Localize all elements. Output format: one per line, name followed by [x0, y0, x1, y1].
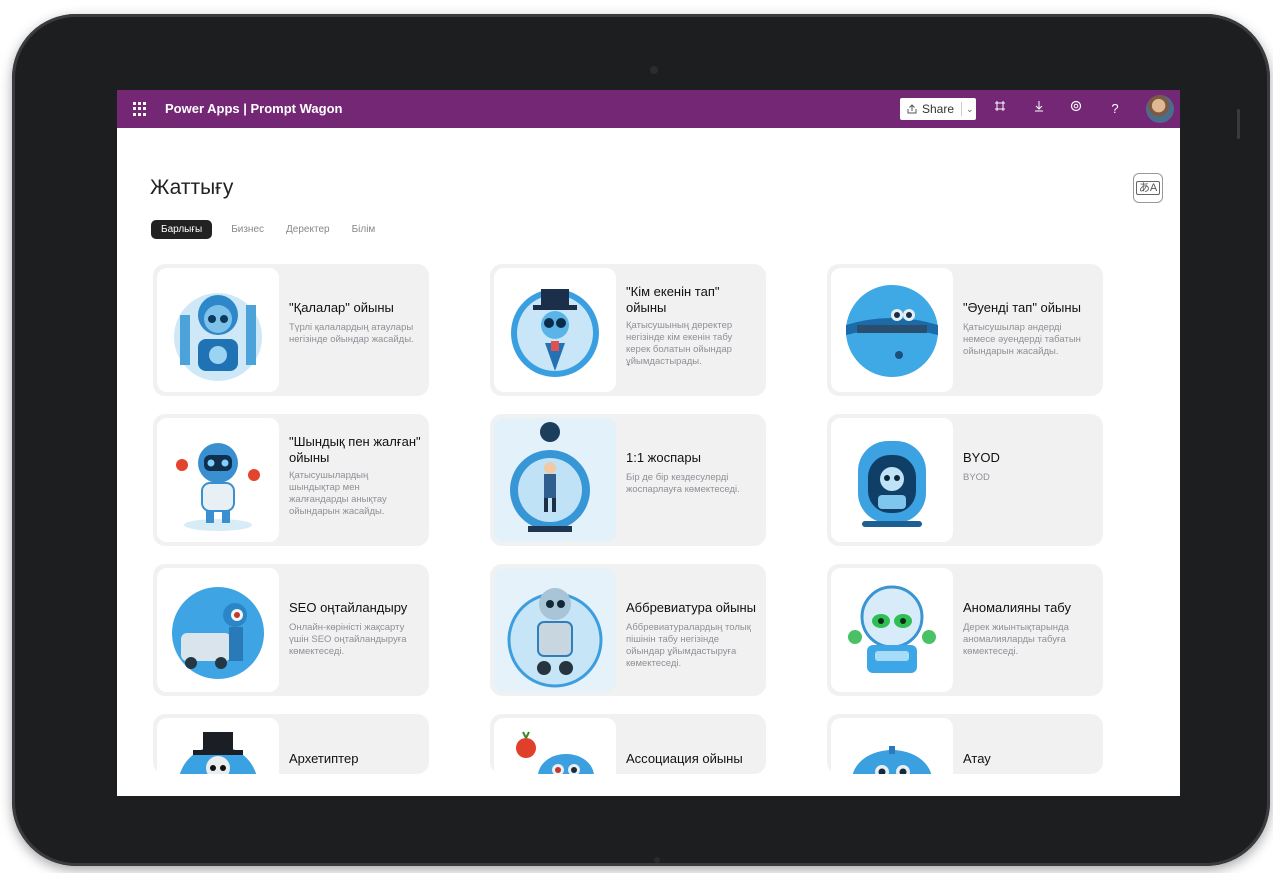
prompt-card[interactable]: BYOD BYOD [827, 414, 1103, 546]
card-description: Дерек жиынтықтарында аномалияларды табуғ… [963, 622, 1069, 657]
robot-city-illustration [157, 268, 279, 392]
prompt-card[interactable]: Архетиптер [153, 714, 429, 774]
card-title: Аббревиатура ойыны [626, 600, 757, 615]
card-description: Аббревиатуралардың толық пішінін табу не… [626, 622, 751, 669]
robot-sphere-illustration [831, 268, 953, 392]
card-description: Қатысушылар әндерді немесе әуендерді таб… [963, 322, 1081, 357]
page-title: Жаттығу [150, 176, 234, 199]
robot-wheel-illustration [494, 568, 616, 692]
card-title: 1:1 жоспары [626, 450, 701, 465]
translate-icon: あA [1135, 181, 1161, 195]
card-title: Ассоциация ойыны [626, 751, 743, 766]
prompt-card[interactable]: "Кім екенін тап" ойыны Қатысушының дерек… [490, 264, 766, 396]
waffle-icon[interactable] [133, 102, 147, 116]
card-title: SEO оңтайландыру [289, 600, 408, 615]
card-description: Қатысушының деректер негізінде кім екені… [626, 320, 733, 367]
settings-icon[interactable] [1066, 99, 1086, 119]
tablet-frame: Power Apps | Prompt Wagon Share ⌄ ? Жатт… [12, 14, 1270, 866]
prompt-card[interactable]: 1:1 жоспары Бір де бір кездесулерді жосп… [490, 414, 766, 546]
tab-data[interactable]: Деректер [283, 221, 333, 238]
tab-education[interactable]: Білім [349, 221, 379, 238]
prompt-card[interactable]: "Әуенді тап" ойыны Қатысушылар әндерді н… [827, 264, 1103, 396]
share-label: Share [922, 102, 955, 116]
share-divider [961, 102, 963, 116]
card-description: Онлайн-көріністі жақсарту үшін SEO оңтай… [289, 622, 407, 657]
card-title: BYOD [963, 450, 1000, 465]
card-description: Қатысушылардың шындықтар мен жалғандарды… [289, 470, 387, 517]
robot-tophat-illustration [157, 718, 279, 774]
translate-button[interactable]: あA [1133, 173, 1163, 203]
share-icon [907, 104, 917, 114]
card-description: BYOD [963, 472, 990, 483]
robot-capsule-illustration [831, 418, 953, 542]
card-title: "Әуенді тап" ойыны [963, 300, 1081, 315]
avatar[interactable] [1146, 95, 1174, 123]
card-title: Аномалияны табу [963, 600, 1071, 615]
camera [650, 66, 658, 74]
fit-to-window-icon[interactable] [990, 99, 1010, 119]
side-button [1237, 109, 1240, 139]
help-icon[interactable]: ? [1105, 99, 1125, 119]
robot-car-illustration [157, 568, 279, 692]
prompt-card[interactable]: Ассоциация ойыны [490, 714, 766, 774]
prompt-card[interactable]: SEO оңтайландыру Онлайн-көріністі жақсар… [153, 564, 429, 696]
tab-business[interactable]: Бизнес [228, 221, 267, 238]
card-title: Архетиптер [289, 751, 359, 766]
robot-alien-illustration [831, 568, 953, 692]
prompt-card[interactable]: Аномалияны табу Дерек жиынтықтарында ано… [827, 564, 1103, 696]
top-bar: Power Apps | Prompt Wagon Share ⌄ ? [117, 90, 1180, 128]
category-tabs: Барлығы Бизнес Деректер Білім [151, 220, 378, 239]
prompt-card[interactable]: "Шындық пен жалған" ойыны Қатысушылардың… [153, 414, 429, 546]
chevron-down-icon: ⌄ [966, 103, 974, 114]
robot-tomato-illustration [494, 718, 616, 774]
prompt-card[interactable]: Атау [827, 714, 1103, 774]
card-title: "Кім екенін тап" ойыны [626, 284, 720, 315]
prompt-card[interactable]: "Қалалар" ойыны Түрлі қалалардың атаулар… [153, 264, 429, 396]
robot-juggler-illustration [157, 418, 279, 542]
app-title: Power Apps | Prompt Wagon [165, 101, 343, 116]
tab-all[interactable]: Барлығы [151, 220, 213, 239]
robot-detective-illustration [494, 268, 616, 392]
card-title: Атау [963, 751, 991, 766]
card-title: "Қалалар" ойыны [289, 300, 394, 315]
app-screen: Power Apps | Prompt Wagon Share ⌄ ? Жатт… [117, 90, 1180, 796]
share-button[interactable]: Share ⌄ [900, 98, 976, 120]
home-indicator [654, 857, 660, 863]
robot-head-illustration [831, 718, 953, 774]
robot-meeting-illustration [494, 418, 616, 542]
card-description: Бір де бір кездесулерді жоспарлауға көме… [626, 472, 740, 495]
prompt-card[interactable]: Аббревиатура ойыны Аббревиатуралардың то… [490, 564, 766, 696]
card-title: "Шындық пен жалған" ойыны [289, 434, 421, 465]
card-description: Түрлі қалалардың атаулары негізінде ойын… [289, 322, 414, 345]
download-icon[interactable] [1029, 99, 1049, 119]
